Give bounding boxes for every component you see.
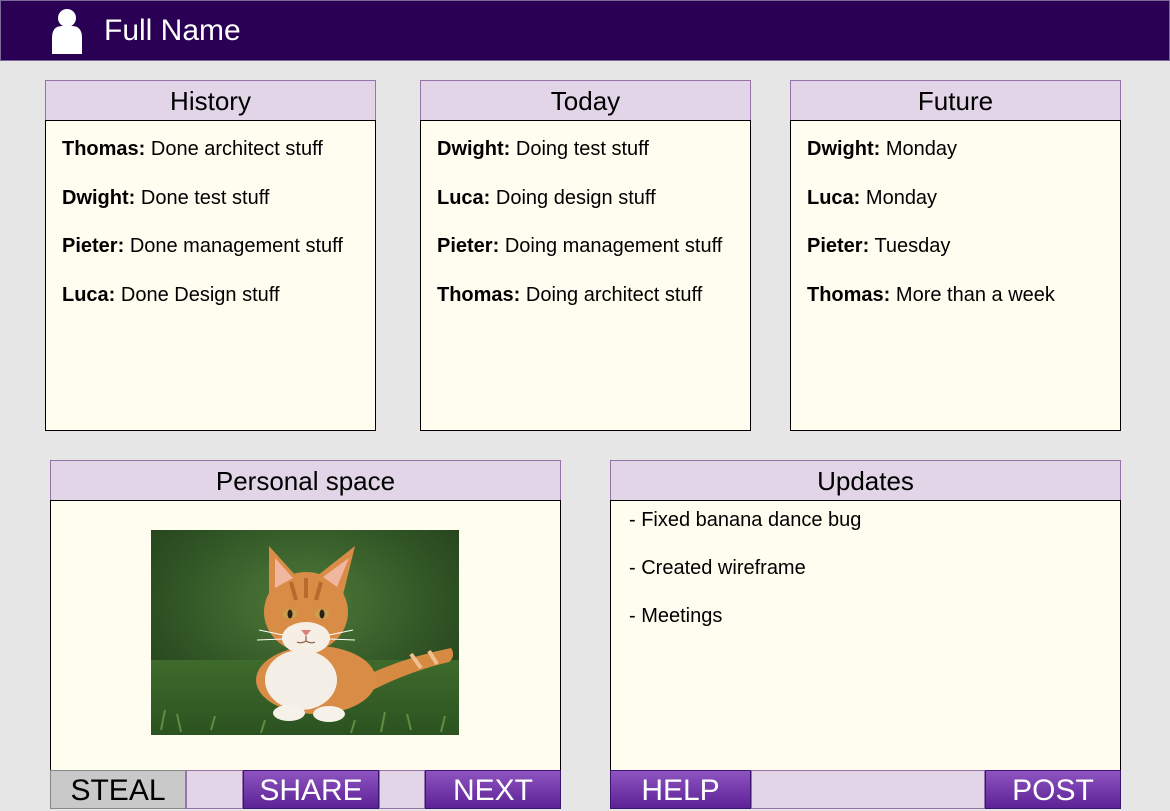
entry-text: Doing management stuff (504, 235, 723, 257)
entry-text: Done Design stuff (120, 284, 280, 306)
history-body: Thomas: Done architect stuff Dwight: Don… (45, 120, 376, 431)
entry-name: Thomas: (437, 284, 521, 306)
entry-name: Pieter: (437, 235, 500, 257)
entry-text: Tuesday (874, 235, 951, 257)
user-icon (52, 9, 82, 54)
button-bar-spacer (186, 770, 243, 809)
today-entry: Dwight: Doing test stuff (437, 137, 649, 161)
today-entry: Luca: Doing design stuff (437, 186, 656, 210)
today-body: Dwight: Doing test stuff Luca: Doing des… (420, 120, 751, 431)
share-button[interactable]: SHARE (243, 770, 379, 809)
post-button[interactable]: POST (985, 770, 1121, 809)
future-title: Future (790, 80, 1121, 121)
update-item: - Created wireframe (629, 557, 806, 579)
future-entry: Dwight: Monday (807, 137, 957, 161)
entry-name: Pieter: (807, 235, 870, 257)
history-entry: Luca: Done Design stuff (62, 283, 280, 307)
entry-name: Luca: (437, 187, 491, 209)
updates-title: Updates (610, 460, 1121, 501)
entry-text: Doing test stuff (515, 138, 649, 160)
personal-space-body (50, 500, 561, 771)
update-item: - Fixed banana dance bug (629, 509, 862, 531)
entry-text: Done architect stuff (150, 138, 323, 160)
today-entry: Pieter: Doing management stuff (437, 234, 722, 258)
entry-text: Monday (865, 187, 938, 209)
entry-text: Doing design stuff (495, 187, 656, 209)
entry-name: Luca: (807, 187, 861, 209)
entry-text: Done management stuff (129, 235, 343, 257)
entry-name: Dwight: (437, 138, 511, 160)
entry-name: Thomas: (807, 284, 891, 306)
next-button[interactable]: NEXT (425, 770, 561, 809)
updates-panel: Updates - Fixed banana dance bug - Creat… (610, 460, 1121, 771)
steal-button[interactable]: STEAL (50, 770, 186, 809)
today-panel: Today Dwight: Doing test stuff Luca: Doi… (420, 80, 751, 431)
help-button[interactable]: HELP (610, 770, 751, 809)
personal-space-title: Personal space (50, 460, 561, 501)
entry-text: Monday (885, 138, 958, 160)
future-body: Dwight: Monday Luca: Monday Pieter: Tues… (790, 120, 1121, 431)
entry-text: Done test stuff (140, 187, 270, 209)
entry-name: Dwight: (62, 187, 136, 209)
history-panel: History Thomas: Done architect stuff Dwi… (45, 80, 376, 431)
button-bar-spacer (379, 770, 425, 809)
entry-text: More than a week (895, 284, 1055, 306)
future-entry: Pieter: Tuesday (807, 234, 950, 258)
today-entry: Thomas: Doing architect stuff (437, 283, 702, 307)
future-panel: Future Dwight: Monday Luca: Monday Piete… (790, 80, 1121, 431)
history-title: History (45, 80, 376, 121)
history-entry: Dwight: Done test stuff (62, 186, 269, 210)
update-item: - Meetings (629, 605, 723, 627)
future-entry: Thomas: More than a week (807, 283, 1055, 307)
entry-name: Pieter: (62, 235, 125, 257)
user-full-name: Full Name (104, 14, 241, 47)
history-entry: Pieter: Done management stuff (62, 234, 343, 258)
button-bar-spacer (751, 770, 985, 809)
history-entry: Thomas: Done architect stuff (62, 137, 323, 161)
entry-name: Luca: (62, 284, 116, 306)
entry-name: Thomas: (62, 138, 146, 160)
today-title: Today (420, 80, 751, 121)
future-entry: Luca: Monday (807, 186, 937, 210)
personal-space-panel: Personal space (50, 460, 561, 771)
entry-text: Doing architect stuff (525, 284, 703, 306)
updates-body: - Fixed banana dance bug - Created wiref… (610, 500, 1121, 771)
entry-name: Dwight: (807, 138, 881, 160)
cat-photo (151, 530, 459, 735)
app-header: Full Name (0, 0, 1170, 61)
